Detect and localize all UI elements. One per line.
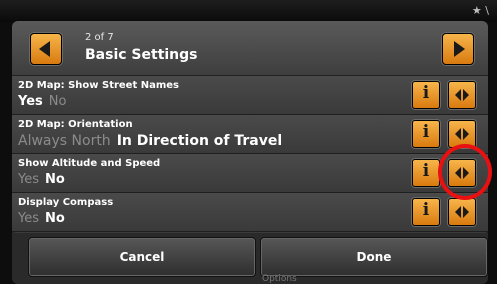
info-icon: i bbox=[422, 83, 430, 103]
cycle-left-icon bbox=[455, 167, 461, 179]
info-icon: i bbox=[422, 200, 430, 220]
cycle-right-icon bbox=[463, 128, 469, 140]
setting-value-options: Yes No bbox=[18, 211, 71, 226]
info-button[interactable]: i bbox=[412, 198, 440, 226]
option-no[interactable]: No bbox=[45, 211, 65, 226]
settings-panel: 2 of 7 Basic Settings 2D Map: Show Stree… bbox=[12, 21, 488, 284]
footer-bar: Cancel Done bbox=[12, 233, 488, 284]
page-counter: 2 of 7 bbox=[85, 32, 114, 43]
option-no[interactable]: No bbox=[49, 94, 67, 109]
cancel-button[interactable]: Cancel bbox=[28, 237, 256, 277]
device-bezel: ★ \ bbox=[0, 0, 497, 22]
next-page-button[interactable] bbox=[442, 33, 474, 65]
cycle-option-button[interactable] bbox=[448, 120, 476, 148]
setting-label: Show Altitude and Speed bbox=[18, 158, 161, 169]
info-button[interactable]: i bbox=[412, 81, 440, 109]
option-yes[interactable]: Yes bbox=[18, 211, 39, 226]
setting-label: 2D Map: Show Street Names bbox=[18, 80, 180, 91]
setting-label: 2D Map: Orientation bbox=[18, 119, 133, 130]
option-always-north[interactable]: Always North bbox=[18, 133, 111, 149]
setting-row-altitude-speed: Show Altitude and Speed Yes No i bbox=[12, 154, 488, 193]
options-label: Options bbox=[262, 274, 297, 284]
cycle-right-icon bbox=[463, 167, 469, 179]
arrow-right-icon bbox=[454, 41, 465, 57]
cycle-left-icon bbox=[455, 89, 461, 101]
cycle-right-icon bbox=[463, 89, 469, 101]
arrow-left-icon bbox=[39, 41, 50, 57]
option-direction-of-travel[interactable]: In Direction of Travel bbox=[117, 133, 282, 149]
info-icon: i bbox=[422, 122, 430, 142]
page-title: Basic Settings bbox=[85, 47, 198, 63]
setting-label: Display Compass bbox=[18, 197, 114, 208]
cycle-option-button[interactable] bbox=[448, 198, 476, 226]
option-no[interactable]: No bbox=[45, 172, 65, 187]
info-button[interactable]: i bbox=[412, 159, 440, 187]
setting-row-orientation: 2D Map: Orientation Always North In Direc… bbox=[12, 115, 488, 154]
cycle-right-icon bbox=[463, 206, 469, 218]
previous-page-button[interactable] bbox=[30, 33, 62, 65]
cycle-option-button[interactable] bbox=[448, 159, 476, 187]
setting-value-options: Yes No bbox=[18, 94, 72, 109]
option-yes[interactable]: Yes bbox=[18, 172, 39, 187]
info-button[interactable]: i bbox=[412, 120, 440, 148]
cycle-left-icon bbox=[455, 128, 461, 140]
cycle-option-button[interactable] bbox=[448, 81, 476, 109]
done-button[interactable]: Done bbox=[260, 237, 488, 277]
setting-value-options: Yes No bbox=[18, 172, 71, 187]
info-icon: i bbox=[422, 161, 430, 181]
setting-row-street-names: 2D Map: Show Street Names Yes No i bbox=[12, 76, 488, 115]
cycle-left-icon bbox=[455, 206, 461, 218]
setting-row-compass: Display Compass Yes No i bbox=[12, 193, 488, 232]
setting-value-options: Always North In Direction of Travel bbox=[18, 133, 288, 149]
option-yes[interactable]: Yes bbox=[18, 94, 43, 109]
status-indicator: ★ \ bbox=[471, 4, 489, 17]
settings-header: 2 of 7 Basic Settings bbox=[12, 21, 488, 76]
